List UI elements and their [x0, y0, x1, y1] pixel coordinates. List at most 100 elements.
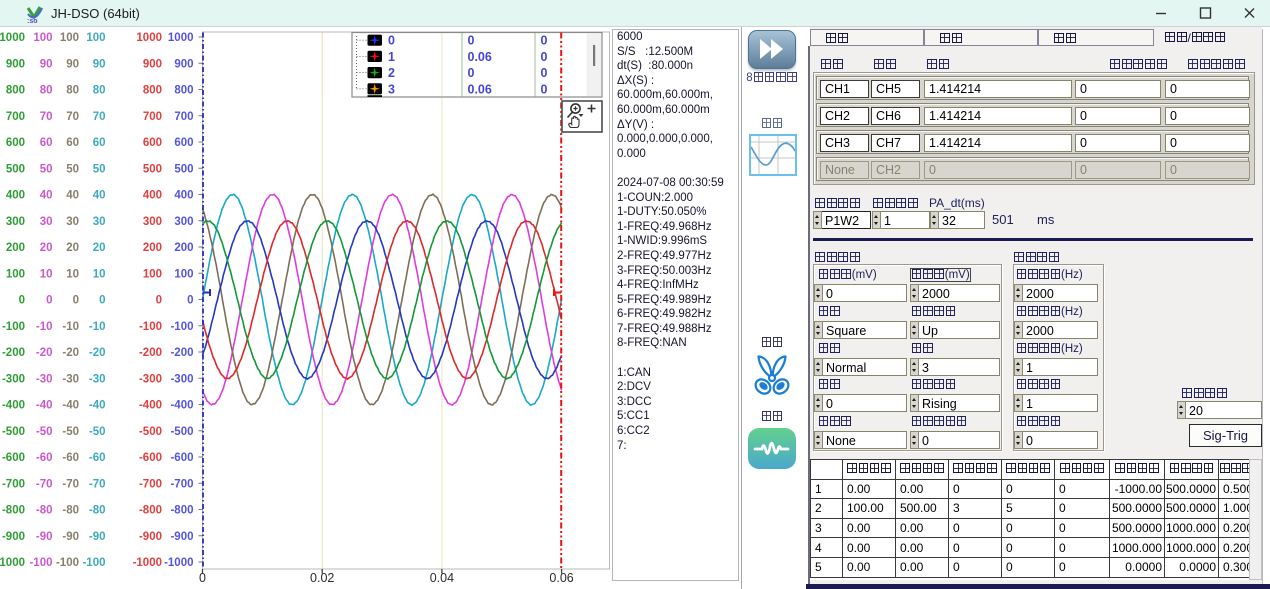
svg-text:0: 0 — [46, 295, 52, 307]
svg-text:-30: -30 — [89, 373, 106, 385]
svg-text:200: 200 — [6, 242, 25, 254]
svg-text:-90: -90 — [62, 531, 79, 543]
svg-text:-100: -100 — [56, 557, 79, 569]
svg-text:-500: -500 — [139, 426, 162, 438]
svg-text:-100: -100 — [170, 321, 193, 333]
svg-text:90: 90 — [40, 59, 53, 71]
svg-text:1000: 1000 — [136, 32, 162, 44]
svg-text:80: 80 — [66, 85, 79, 97]
svg-text:3: 3 — [388, 82, 395, 96]
svg-text:60: 60 — [93, 137, 106, 149]
svg-text:-800: -800 — [139, 505, 162, 517]
svg-text:900: 900 — [6, 59, 25, 71]
svg-text:0: 0 — [156, 295, 162, 307]
svg-text:100: 100 — [174, 268, 193, 280]
svg-text:-50: -50 — [89, 426, 106, 438]
svg-text:-60: -60 — [36, 452, 53, 464]
svg-text:1: 1 — [388, 50, 395, 64]
svg-text:-700: -700 — [139, 478, 162, 490]
svg-text:-300: -300 — [2, 373, 25, 385]
svg-text:-60: -60 — [62, 452, 79, 464]
svg-text:0: 0 — [19, 295, 25, 307]
svg-text:100: 100 — [86, 32, 105, 44]
svg-text::so: :so — [27, 18, 38, 24]
svg-text:-90: -90 — [36, 531, 53, 543]
svg-text:-10: -10 — [89, 321, 106, 333]
svg-text:-20: -20 — [36, 347, 53, 359]
svg-text:0: 0 — [388, 34, 395, 48]
svg-text:0.04: 0.04 — [430, 571, 454, 585]
svg-text:400: 400 — [6, 190, 25, 202]
svg-text:900: 900 — [174, 59, 193, 71]
svg-text:-70: -70 — [89, 478, 106, 490]
svg-text:2: 2 — [388, 66, 395, 80]
svg-text:70: 70 — [66, 111, 79, 123]
svg-text:-1000: -1000 — [0, 557, 25, 569]
svg-text:10: 10 — [40, 268, 53, 280]
svg-text:60: 60 — [66, 137, 79, 149]
svg-text:-700: -700 — [2, 478, 25, 490]
svg-text:10: 10 — [66, 268, 79, 280]
svg-text:30: 30 — [40, 216, 53, 228]
svg-text:-300: -300 — [170, 373, 193, 385]
svg-text:100: 100 — [143, 268, 162, 280]
svg-text:-200: -200 — [2, 347, 25, 359]
svg-text:-600: -600 — [139, 452, 162, 464]
svg-text:300: 300 — [174, 216, 193, 228]
svg-text:0.06: 0.06 — [549, 571, 573, 585]
svg-text:-1000: -1000 — [133, 557, 162, 569]
svg-text:700: 700 — [6, 111, 25, 123]
svg-text:30: 30 — [66, 216, 79, 228]
svg-text:80: 80 — [93, 85, 106, 97]
svg-text:-60: -60 — [89, 452, 106, 464]
svg-text:100: 100 — [60, 32, 79, 44]
svg-text:800: 800 — [6, 85, 25, 97]
svg-text:40: 40 — [40, 190, 53, 202]
svg-text:300: 300 — [6, 216, 25, 228]
svg-text:900: 900 — [143, 59, 162, 71]
svg-text:-200: -200 — [170, 347, 193, 359]
svg-text:600: 600 — [6, 137, 25, 149]
svg-text:-80: -80 — [62, 505, 79, 517]
svg-text:500: 500 — [6, 163, 25, 175]
svg-text:0: 0 — [468, 66, 475, 80]
svg-text:-90: -90 — [89, 531, 106, 543]
svg-text:-100: -100 — [29, 557, 52, 569]
svg-text:-10: -10 — [36, 321, 53, 333]
svg-text:-70: -70 — [62, 478, 79, 490]
svg-text:-80: -80 — [36, 505, 53, 517]
svg-text:50: 50 — [66, 163, 79, 175]
svg-text:0.02: 0.02 — [310, 571, 334, 585]
svg-text:1000: 1000 — [168, 32, 194, 44]
svg-text:0: 0 — [541, 50, 548, 64]
svg-text:60: 60 — [40, 137, 53, 149]
svg-text:500: 500 — [143, 163, 162, 175]
svg-text:-100: -100 — [82, 557, 105, 569]
svg-text:70: 70 — [93, 111, 106, 123]
svg-text:-300: -300 — [139, 373, 162, 385]
svg-text:-40: -40 — [89, 400, 106, 412]
svg-text:800: 800 — [174, 85, 193, 97]
svg-text:-400: -400 — [139, 400, 162, 412]
svg-text:-600: -600 — [170, 452, 193, 464]
svg-text:-40: -40 — [36, 400, 53, 412]
svg-text:20: 20 — [93, 242, 106, 254]
svg-text:40: 40 — [93, 190, 106, 202]
svg-text:-400: -400 — [170, 400, 193, 412]
svg-text:40: 40 — [66, 190, 79, 202]
svg-text:400: 400 — [174, 190, 193, 202]
svg-text:-30: -30 — [62, 373, 79, 385]
svg-text:90: 90 — [93, 59, 106, 71]
svg-text:-40: -40 — [62, 400, 79, 412]
svg-text:-400: -400 — [2, 400, 25, 412]
svg-text:-50: -50 — [36, 426, 53, 438]
svg-text:-80: -80 — [89, 505, 106, 517]
svg-text:100: 100 — [33, 32, 52, 44]
svg-text:0: 0 — [468, 34, 475, 48]
svg-text:100: 100 — [6, 268, 25, 280]
svg-text:-500: -500 — [2, 426, 25, 438]
svg-text:-800: -800 — [2, 505, 25, 517]
svg-text:500: 500 — [174, 163, 193, 175]
svg-text:0: 0 — [187, 295, 193, 307]
svg-text:0: 0 — [541, 82, 548, 96]
